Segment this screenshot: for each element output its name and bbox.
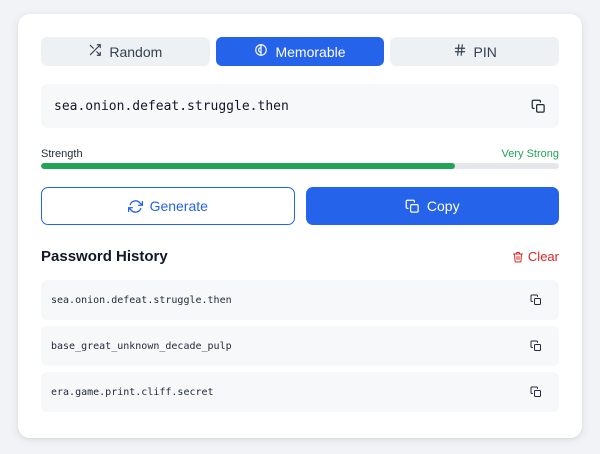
copy-history-button[interactable] [525, 381, 547, 403]
copy-icon [530, 340, 541, 351]
generated-password-box: sea.onion.defeat.struggle.then [41, 84, 559, 128]
list-item: base_great_unknown_decade_pulp [41, 326, 559, 366]
refresh-icon [127, 199, 143, 213]
history-title: Password History [41, 248, 168, 265]
clear-history-label: Clear [527, 249, 559, 264]
tab-memorable-label: Memorable [275, 43, 346, 60]
copy-icon [530, 294, 541, 305]
generate-button-label: Generate [149, 198, 208, 214]
copy-button-label: Copy [426, 198, 460, 214]
history-list: sea.onion.defeat.struggle.then base_grea… [41, 280, 559, 412]
clear-history-button[interactable]: Clear [512, 249, 559, 264]
strength-meter-fill [41, 163, 456, 169]
generate-button[interactable]: Generate [41, 187, 295, 225]
generated-password-text: sea.onion.defeat.struggle.then [54, 98, 289, 114]
tab-random[interactable]: Random [41, 37, 210, 66]
strength-label: Strength [41, 148, 83, 160]
shuffle-icon [88, 43, 102, 60]
strength-value: Very Strong [501, 148, 559, 160]
strength-meter [41, 163, 559, 169]
copy-icon [405, 199, 419, 213]
strength-row: Strength Very Strong [41, 148, 559, 160]
trash-icon [512, 251, 523, 262]
tab-pin[interactable]: PIN [390, 37, 560, 66]
history-header: Password History Clear [41, 248, 559, 265]
history-password-text: base_great_unknown_decade_pulp [51, 340, 232, 352]
history-password-text: sea.onion.defeat.struggle.then [51, 294, 232, 306]
hash-icon [453, 43, 467, 60]
history-password-text: era.game.print.cliff.secret [51, 386, 214, 398]
tab-memorable[interactable]: Memorable [215, 37, 385, 66]
copy-password-icon-button[interactable] [527, 95, 549, 117]
list-item: era.game.print.cliff.secret [41, 372, 559, 412]
copy-history-button[interactable] [525, 335, 547, 357]
copy-history-button[interactable] [525, 289, 547, 311]
password-generator-card: Random Memorable PIN sea.onion.defeat.st… [18, 14, 582, 438]
copy-button[interactable]: Copy [305, 187, 559, 225]
tab-pin-label: PIN [473, 43, 497, 60]
list-item: sea.onion.defeat.struggle.then [41, 280, 559, 320]
copy-icon [530, 386, 541, 397]
copy-icon [531, 99, 545, 113]
action-buttons: Generate Copy [41, 187, 559, 225]
brain-icon [254, 43, 268, 60]
mode-tabs: Random Memorable PIN [41, 37, 560, 66]
tab-random-label: Random [109, 43, 163, 60]
